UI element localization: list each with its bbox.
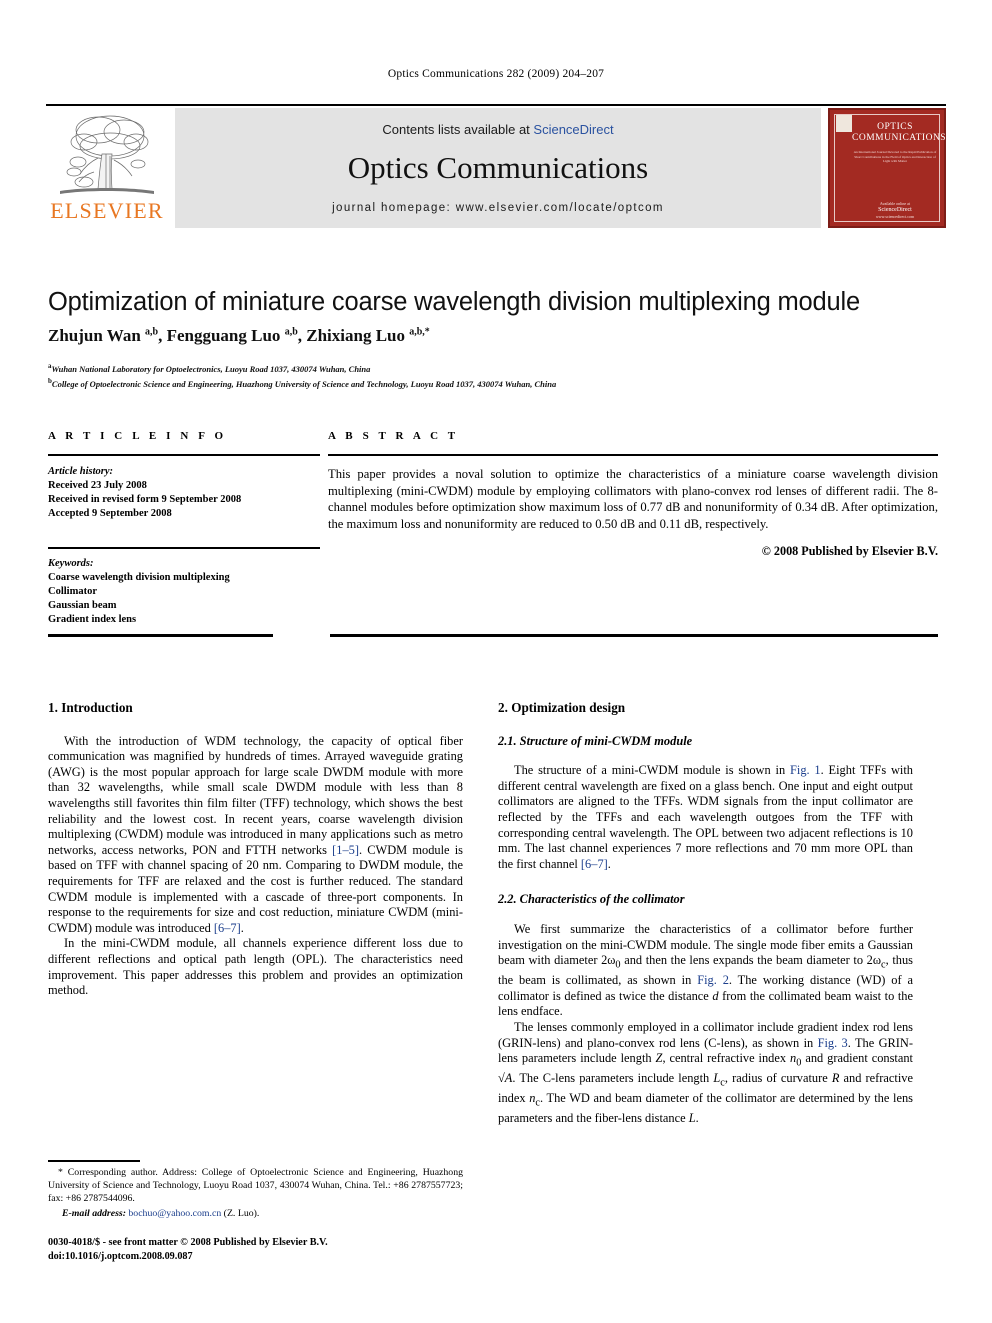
- article-history-heading: Article history:: [48, 466, 114, 477]
- heading-structure-mini-cwdm: 2.1. Structure of mini-CWDM module: [498, 733, 693, 748]
- journal-band: Contents lists available at ScienceDirec…: [175, 108, 821, 228]
- keywords-block: Keywords: Coarse wavelength division mul…: [48, 557, 320, 627]
- footnote-email-line: E-mail address: bochuo@yahoo.com.cn (Z. …: [48, 1207, 463, 1220]
- article-info-rule: [48, 454, 320, 456]
- structure-text-c: .: [607, 856, 611, 871]
- corresponding-author-footnote: * Corresponding author. Address: College…: [48, 1166, 463, 1220]
- variable-L2: L: [688, 1111, 696, 1126]
- lens-text-d: and gradient constant: [801, 1051, 914, 1066]
- heading-introduction: 1. Introduction: [48, 700, 133, 715]
- article-info-column: A R T I C L E I N F O Article history: R…: [48, 430, 320, 627]
- lens-text-e: . The C-lens parameters include length: [512, 1071, 714, 1086]
- history-item: Accepted 9 September 2008: [48, 508, 172, 519]
- intro-text-a: With the introduction of WDM technology,…: [48, 733, 463, 857]
- affiliation-b-text: College of Optoelectronic Science and En…: [51, 379, 557, 390]
- keyword-item: Gradient index lens: [48, 614, 137, 625]
- abstract-column: A B S T R A C T This paper provides a no…: [328, 430, 938, 559]
- journal-masthead: ELSEVIER Contents lists available at Sci…: [46, 106, 946, 230]
- variable-sqrt-A: √A: [498, 1071, 513, 1086]
- journal-title: Optics Communications: [347, 150, 649, 185]
- article-info-heading: A R T I C L E I N F O: [48, 430, 227, 442]
- elsevier-tree-icon: [60, 115, 154, 194]
- issn-line: 0030-4018/$ - see front matter © 2008 Pu…: [48, 1237, 328, 1248]
- history-item: Received 23 July 2008: [48, 480, 147, 491]
- citation-6-7[interactable]: [6–7]: [214, 921, 241, 935]
- running-head: Optics Communications 282 (2009) 204–207: [387, 68, 605, 80]
- footnote-address: Corresponding author. Address: College o…: [48, 1167, 463, 1205]
- lens-text-c: , central refractive index: [662, 1051, 791, 1066]
- cover-foot-label: Available online at: [879, 200, 911, 206]
- structure-text-b: . Eight TFFs with different central wave…: [498, 763, 913, 871]
- cover-title-line2: COMMUNICATIONS: [852, 133, 947, 143]
- cover-title: OPTICS COMMUNICATIONS: [852, 122, 947, 144]
- copyright-line: © 2008 Published by Elsevier B.V.: [761, 544, 938, 559]
- footnote-line: * Corresponding author. Address: College…: [48, 1166, 463, 1206]
- figure-ref-3[interactable]: Fig. 3: [818, 1036, 848, 1050]
- heading-characteristics-collimator: 2.2. Characteristics of the collimator: [498, 892, 685, 907]
- section-separator-right: [330, 634, 938, 637]
- cover-title-line1: OPTICS: [877, 122, 913, 132]
- citation-1-5[interactable]: [1–5]: [332, 843, 359, 857]
- history-item: Received in revised form 9 September 200…: [48, 494, 242, 505]
- paragraph-structure: The structure of a mini-CWDM module is s…: [498, 763, 913, 872]
- heading-optimization-design: 2. Optimization design: [498, 700, 626, 715]
- elsevier-wordmark: ELSEVIER: [50, 198, 164, 223]
- contents-available-line: Contents lists available at ScienceDirec…: [175, 122, 821, 137]
- paper-page: Optics Communications 282 (2009) 204–207: [0, 0, 992, 1323]
- keyword-item: Gaussian beam: [48, 600, 117, 611]
- keyword-item: Coarse wavelength division multiplexing: [48, 572, 230, 583]
- issn-doi-block: 0030-4018/$ - see front matter © 2008 Pu…: [48, 1236, 568, 1263]
- keyword-item: Collimator: [48, 586, 97, 597]
- intro-text-c: .: [240, 920, 244, 935]
- article-history: Article history: Received 23 July 2008 R…: [48, 465, 320, 521]
- lens-text-f: , radius of curvature: [724, 1071, 832, 1086]
- cover-flag-icon: [836, 115, 852, 132]
- structure-text-a: The structure of a mini-CWDM module is s…: [514, 763, 790, 778]
- email-link[interactable]: bochuo@yahoo.com.cn: [128, 1208, 221, 1219]
- abstract-rule: [328, 454, 938, 456]
- section-separator-left: [48, 634, 273, 637]
- lens-text-h: . The WD and beam diameter of the collim…: [498, 1091, 913, 1126]
- abstract-text: This paper provides a noval solution to …: [328, 467, 938, 531]
- affiliation-a-text: Wuhan National Laboratory for Optoelectr…: [51, 363, 371, 374]
- keywords-heading: Keywords:: [48, 558, 94, 569]
- affiliations: aWuhan National Laboratory for Optoelect…: [48, 360, 938, 391]
- doi-line: doi:10.1016/j.optcom.2008.09.087: [48, 1250, 193, 1262]
- affiliation-a: aWuhan National Laboratory for Optoelect…: [48, 362, 371, 374]
- email-label: E-mail address:: [62, 1207, 126, 1219]
- cover-footer: Available online at ScienceDirect www.sc…: [850, 201, 940, 220]
- journal-homepage-link[interactable]: journal homepage: www.elsevier.com/locat…: [175, 202, 821, 214]
- cover-foot-url: www.sciencedirect.com: [875, 213, 915, 219]
- paragraph-intro-1: With the introduction of WDM technology,…: [48, 734, 463, 937]
- contents-prefix: Contents lists available at: [382, 122, 534, 137]
- page-title: Optimization of miniature coarse wavelen…: [48, 288, 860, 316]
- elsevier-logo: ELSEVIER: [46, 108, 168, 228]
- cover-sciencedirect-brand: ScienceDirect: [878, 207, 912, 213]
- paragraph-intro-2: In the mini-CWDM module, all channels ex…: [48, 936, 463, 998]
- cover-subtitle: An International Journal Devoted to the …: [853, 150, 937, 164]
- sciencedirect-link[interactable]: ScienceDirect: [533, 122, 613, 137]
- affiliation-b: bCollege of Optoelectronic Science and E…: [48, 377, 557, 390]
- abstract-heading: A B S T R A C T: [328, 430, 459, 442]
- footnote-rule: [48, 1160, 140, 1162]
- lens-text-i: .: [695, 1111, 699, 1126]
- paragraph-collimator-2: The lenses commonly employed in a collim…: [498, 1020, 913, 1127]
- citation-6-7-b[interactable]: [6–7]: [581, 857, 608, 871]
- figure-ref-1[interactable]: Fig. 1: [790, 763, 821, 777]
- body-column-right: 2. Optimization design 2.1. Structure of…: [498, 700, 913, 1127]
- paragraph-collimator-1: We first summarize the characteristics o…: [498, 922, 913, 1020]
- keywords-rule: [48, 547, 320, 549]
- journal-cover-thumbnail: OPTICS COMMUNICATIONS An International J…: [828, 108, 946, 228]
- figure-ref-2[interactable]: Fig. 2: [697, 973, 729, 987]
- collimator-text-b: and then the lens expands the beam diame…: [620, 953, 882, 968]
- email-attribution: (Z. Luo).: [221, 1207, 260, 1219]
- author-list: Zhujun Wan a,b, Fengguang Luo a,b, Zhixi…: [48, 326, 430, 345]
- body-column-left: 1. Introduction With the introduction of…: [48, 700, 463, 999]
